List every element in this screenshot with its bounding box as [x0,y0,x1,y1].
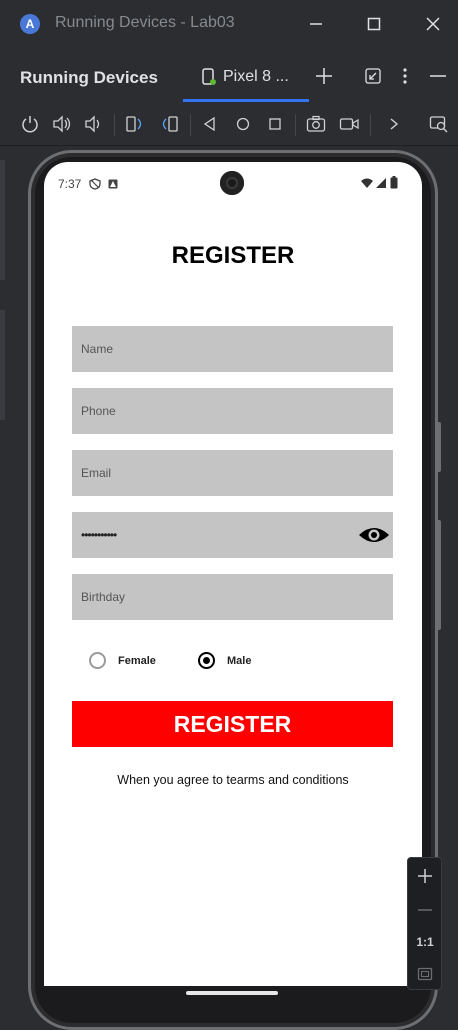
volume-up-icon [53,115,71,133]
minimize-button[interactable] [302,10,330,38]
birthday-input[interactable]: Birthday [72,574,393,620]
restore-layout-button[interactable] [361,64,385,88]
more-vertical-icon [403,68,407,84]
tab-pixel-8[interactable]: Pixel 8 ... [183,48,309,102]
phone-screen[interactable]: 7:37 REGISTER Name Phone Email •••••••••… [44,162,422,986]
left-panel-strip [0,310,5,420]
add-device-button[interactable] [312,64,336,88]
maximize-button[interactable] [360,10,388,38]
phone-volume-key [436,520,441,630]
male-radio-option[interactable]: Male [198,652,251,669]
shield-icon [89,178,101,190]
home-circle-icon [236,117,250,131]
rotate-left-icon [126,116,142,132]
close-window-button[interactable] [419,10,447,38]
maximize-icon [367,17,381,31]
eye-icon[interactable] [358,522,390,548]
volume-down-button[interactable] [81,112,105,136]
fit-screen-icon [417,967,433,981]
overview-square-icon [269,118,281,130]
device-zoom-button[interactable] [427,112,451,136]
email-input[interactable]: Email [72,450,393,496]
status-bar-time: 7:37 [58,177,82,191]
device-phone-icon [202,68,216,85]
plus-icon [316,68,332,84]
toolbar-separator [370,114,371,136]
signal-icon [376,178,386,188]
male-radio-button[interactable] [198,652,215,669]
tool-window-title: Running Devices [20,68,158,87]
name-input[interactable]: Name [72,326,393,372]
home-button[interactable] [231,112,255,136]
phone-power-key [436,422,441,472]
zoom-controls: 1:1 [407,857,442,990]
overview-button[interactable] [263,112,287,136]
window-title-bar: A Running Devices - Lab03 [0,0,458,48]
rotate-left-button[interactable] [123,112,147,136]
android-studio-icon: A [20,14,40,34]
minimize-icon [430,75,446,77]
camera-icon [306,115,326,132]
rotate-right-icon [162,116,178,132]
battery-icon [390,176,398,189]
female-label: Female [118,654,156,667]
toolbar-separator [190,114,191,136]
password-input[interactable]: ••••••••••• [72,512,393,558]
device-toolbar [0,102,458,146]
power-button[interactable] [18,112,42,136]
notification-icon [108,179,118,189]
minus-icon [418,909,432,911]
collapse-window-icon [365,68,381,84]
zoom-out-button[interactable] [413,898,437,922]
chevron-right-icon [390,118,399,130]
male-label: Male [227,654,252,667]
back-button[interactable] [198,112,222,136]
hide-tool-window-button[interactable] [426,64,450,88]
volume-up-button[interactable] [50,112,74,136]
rotate-right-button[interactable] [157,112,181,136]
plus-icon [418,869,432,883]
device-tab-label: Pixel 8 ... [223,68,289,85]
minimize-icon [310,23,322,25]
back-triangle-icon [203,117,215,131]
left-panel-strip [0,160,5,280]
more-actions-button[interactable] [382,112,406,136]
zoom-in-button[interactable] [413,864,437,888]
terms-text: When you agree to tearms and conditions [117,773,349,787]
window-title: Running Devices - Lab03 [55,14,235,31]
more-options-button[interactable] [393,64,417,88]
close-icon [426,17,440,31]
zoom-fit-button[interactable] [413,962,437,986]
phone-input[interactable]: Phone [72,388,393,434]
front-camera [220,171,244,195]
zoom-actual-size-button[interactable]: 1:1 [413,930,437,954]
gesture-home-bar[interactable] [186,991,278,995]
screen-record-button[interactable] [337,112,361,136]
female-radio-button[interactable] [89,652,106,669]
password-value: ••••••••••• [81,528,117,542]
power-icon [22,116,38,133]
screenshot-button[interactable] [304,112,328,136]
video-camera-icon [339,118,359,130]
toolbar-separator [295,114,296,136]
toolbar-separator [114,114,115,136]
wifi-icon [361,178,373,188]
female-radio-option[interactable]: Female [89,652,156,669]
register-title: REGISTER [171,242,295,269]
volume-down-icon [85,115,100,133]
register-button[interactable]: REGISTER [72,701,393,747]
search-screen-icon [429,116,448,133]
